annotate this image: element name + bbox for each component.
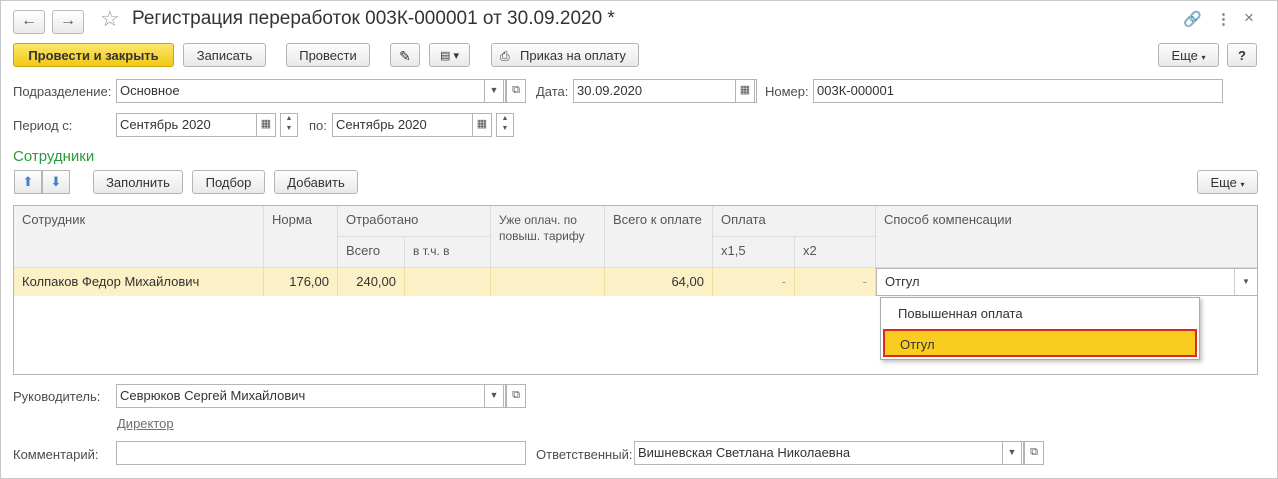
period-to-stepper[interactable]: ▲ ▼ (496, 113, 514, 137)
attach-paperclip-icon[interactable]: ✎ (390, 43, 420, 67)
employees-section-title: Сотрудники (13, 148, 95, 165)
col-x15-header[interactable]: х1,5 (713, 237, 795, 268)
date-field[interactable]: 30.09.2020 (573, 79, 757, 103)
cell-total-to-pay[interactable]: 64,00 (605, 268, 713, 296)
move-down-icon[interactable]: ⬇ (42, 170, 70, 194)
close-icon[interactable]: × (1244, 8, 1254, 28)
col-norm-header[interactable]: Норма (264, 206, 338, 268)
dropdown-option-time-off[interactable]: Отгул (883, 329, 1197, 357)
col-x2-header[interactable]: х2 (795, 237, 876, 268)
division-open-icon[interactable]: ⧉ (506, 79, 526, 103)
print-order-button[interactable]: ⎙ Приказ на оплату (491, 43, 639, 67)
cell-employee[interactable]: Колпаков Федор Михайлович (14, 268, 264, 296)
comment-field[interactable] (116, 441, 526, 465)
col-total-to-pay-header[interactable]: Всего к оплате (605, 206, 713, 268)
col-worked-total-header[interactable]: Всего (338, 237, 405, 268)
cell-x15[interactable]: - (713, 268, 795, 296)
division-field[interactable]: Основное (116, 79, 506, 103)
date-label: Дата: (536, 84, 569, 99)
compensation-dropdown-list: Повышенная оплата Отгул (880, 297, 1200, 360)
create-based-on-icon[interactable]: ▤ ▾ (429, 43, 470, 67)
manager-dropdown-icon[interactable]: ▼ (484, 384, 504, 408)
col-payment-header[interactable]: Оплата (713, 206, 876, 237)
col-worked-incl-header[interactable]: в т.ч. в (405, 237, 491, 268)
period-to-label: по: (309, 118, 327, 133)
chevron-down-icon: ▾ (1240, 180, 1245, 189)
page-title: Регистрация переработок 003К-000001 от 3… (132, 8, 615, 29)
add-button[interactable]: Добавить (274, 170, 358, 194)
cell-already-paid[interactable] (491, 268, 605, 296)
period-from-stepper[interactable]: ▲ ▼ (280, 113, 298, 137)
manager-label: Руководитель: (13, 389, 101, 404)
comment-label: Комментарий: (13, 447, 99, 462)
calendar-icon[interactable]: ▦ (735, 79, 755, 103)
post-and-close-button[interactable]: Провести и закрыть (13, 43, 174, 67)
period-to-field[interactable]: Сентябрь 2020 (332, 113, 492, 137)
back-button[interactable]: ← (13, 10, 45, 34)
compensation-select-value: Отгул (885, 274, 920, 289)
link-icon[interactable]: 🔗 (1183, 10, 1202, 28)
manager-field[interactable]: Севрюков Сергей Михайлович (116, 384, 506, 408)
period-to-calendar-icon[interactable]: ▦ (472, 113, 492, 137)
responsible-dropdown-icon[interactable]: ▼ (1002, 441, 1022, 465)
dropdown-option-increased-pay[interactable]: Повышенная оплата (883, 300, 1197, 328)
back-arrow-icon: ← (21, 12, 37, 29)
responsible-field[interactable]: Вишневская Светлана Николаевна (634, 441, 1024, 465)
manager-open-icon[interactable]: ⧉ (506, 384, 526, 408)
col-already-paid-header[interactable]: Уже оплач. по повыш. тарифу (491, 206, 605, 268)
more-button[interactable]: Еще ▾ (1158, 43, 1219, 67)
compensation-select[interactable]: Отгул ▼ (876, 268, 1257, 296)
chevron-down-icon: ▾ (1201, 53, 1206, 62)
cell-x2[interactable]: - (795, 268, 876, 296)
more-label: Еще (1171, 48, 1198, 63)
more-menu-icon[interactable]: ⋮ (1216, 10, 1231, 28)
period-from-field[interactable]: Сентябрь 2020 (116, 113, 276, 137)
number-label: Номер: (765, 84, 809, 99)
manager-position-link[interactable]: Директор (117, 416, 174, 431)
col-employee-header[interactable]: Сотрудник (14, 206, 264, 268)
division-label: Подразделение: (13, 84, 112, 99)
save-button[interactable]: Записать (183, 43, 266, 67)
cell-norm[interactable]: 176,00 (264, 268, 338, 296)
favorite-star-icon[interactable]: ☆ (100, 6, 120, 32)
print-order-label: Приказ на оплату (520, 48, 626, 63)
period-from-calendar-icon[interactable]: ▦ (256, 113, 276, 137)
printer-icon: ⎙ (500, 49, 510, 63)
pick-button[interactable]: Подбор (192, 170, 265, 194)
period-from-label: Период с: (13, 118, 73, 133)
responsible-open-icon[interactable]: ⧉ (1024, 441, 1044, 465)
cell-worked-incl[interactable] (405, 268, 491, 296)
forward-arrow-icon: → (60, 12, 76, 29)
number-field[interactable]: 003К-000001 (813, 79, 1223, 103)
help-button[interactable]: ? (1227, 43, 1257, 67)
table-more-button[interactable]: Еще ▾ (1197, 170, 1258, 194)
move-up-icon[interactable]: ⬆ (14, 170, 42, 194)
division-dropdown-icon[interactable]: ▼ (484, 79, 504, 103)
col-compensation-header[interactable]: Способ компенсации (876, 206, 1257, 268)
table-more-label: Еще (1210, 175, 1237, 190)
chevron-down-icon[interactable]: ▼ (1234, 269, 1257, 295)
fill-button[interactable]: Заполнить (93, 170, 183, 194)
col-worked-header[interactable]: Отработано (338, 206, 491, 237)
cell-worked-total[interactable]: 240,00 (338, 268, 405, 296)
post-button[interactable]: Провести (286, 43, 370, 67)
forward-button[interactable]: → (52, 10, 84, 34)
responsible-label: Ответственный: (536, 447, 633, 462)
